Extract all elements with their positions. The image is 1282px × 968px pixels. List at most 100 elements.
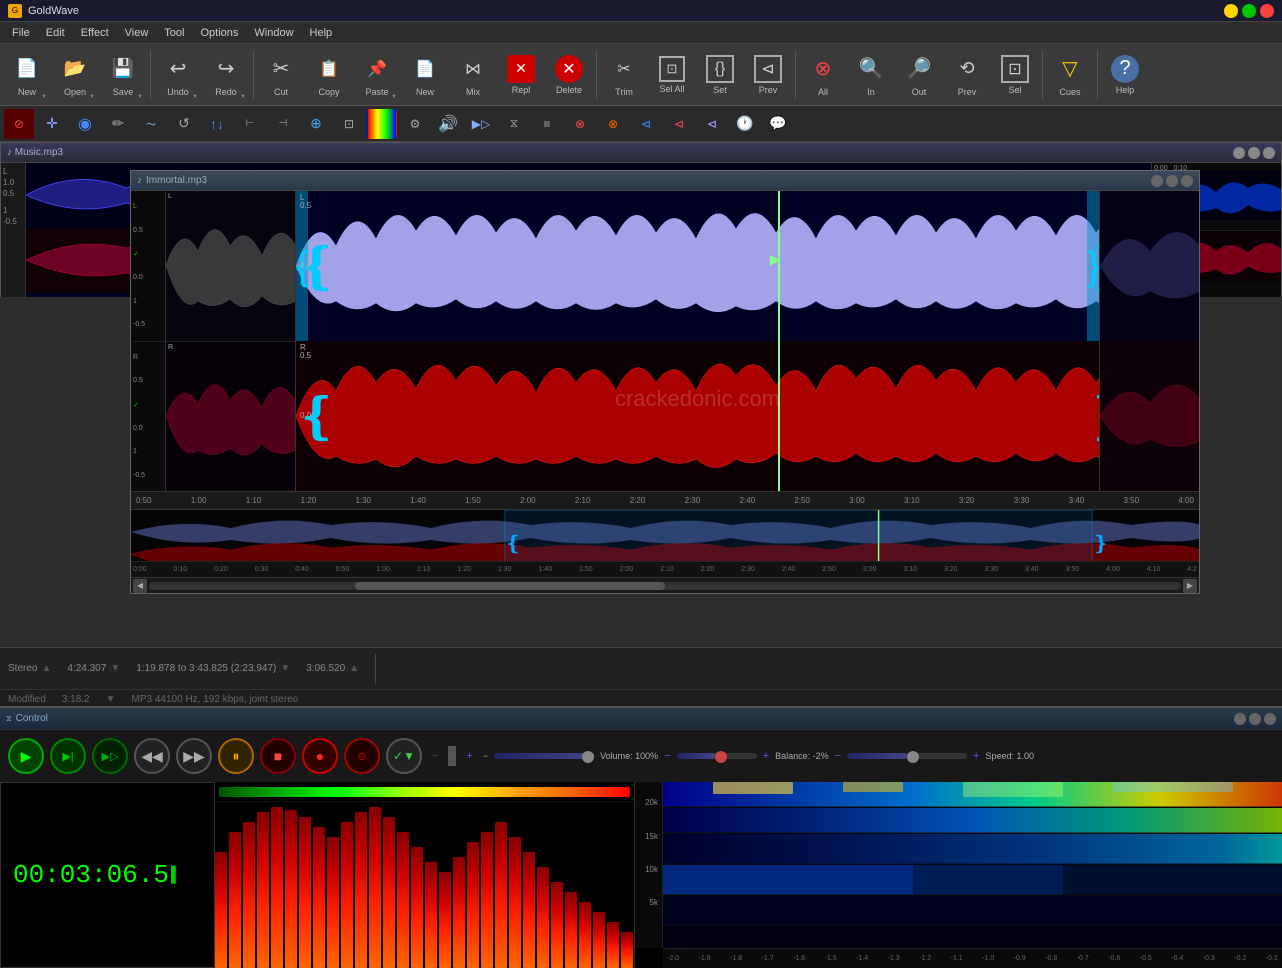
new2-button[interactable]: 📄 New [402,47,448,103]
move-btn[interactable]: ✛ [37,109,67,139]
repl-button[interactable]: ✕ Repl [498,47,544,103]
immortal-min[interactable] [1151,175,1163,187]
mark2-btn[interactable]: ⊲ [664,109,694,139]
menu-file[interactable]: File [4,25,38,41]
help-button[interactable]: ? Help [1102,47,1148,103]
wave-btn[interactable]: 〜 [136,109,166,139]
minimize-button[interactable] [1224,4,1238,18]
balance-slider[interactable] [677,749,757,763]
stop-btn2[interactable]: ⊘ [4,109,34,139]
rewind-button[interactable]: ◀◀ [134,738,170,774]
hscrollbar[interactable]: ◀ ▶ [131,577,1199,593]
sel-handle-right-r[interactable]: ❵ [1087,341,1099,491]
pencil-btn[interactable]: ✏ [103,109,133,139]
denoise-btn[interactable]: ⊗ [598,109,628,139]
maximize-button[interactable] [1242,4,1256,18]
save-button[interactable]: 💾 Save [100,47,146,103]
trim-button[interactable]: ✂ Trim [601,47,647,103]
set-icon: {} [706,55,734,83]
mark3-btn[interactable]: ⊲ [697,109,727,139]
immortal-max[interactable] [1166,175,1178,187]
new-button[interactable]: 📄 New [4,47,50,103]
control-titlebar: ⧖ Control [0,708,1282,730]
eq-btn[interactable]: ≡ [532,109,562,139]
mix-icon: ⋈ [457,53,489,85]
globe-btn[interactable]: ◉ [70,109,100,139]
immortal-close[interactable] [1181,175,1193,187]
ctrl-min[interactable] [1234,713,1246,725]
cues-icon: ▽ [1054,53,1086,85]
record-button[interactable]: ● [302,738,338,774]
ctrl-close[interactable] [1264,713,1276,725]
undo-button[interactable]: ↩ Undo [155,47,201,103]
sel-button[interactable]: ⊡ Sel [992,47,1038,103]
open-button[interactable]: 📂 Open [52,47,98,103]
vol-btn[interactable]: 🔊 [433,109,463,139]
svg-text:❴: ❴ [505,533,522,555]
scroll-left[interactable]: ◀ [133,579,147,593]
set-button[interactable]: {} Set [697,47,743,103]
pause-button[interactable]: ⏸ [218,738,254,774]
sel-all-button[interactable]: ⊡ Sel All [649,47,695,103]
scroll-right[interactable]: ▶ [1183,579,1197,593]
cues-button[interactable]: ▽ Cues [1047,47,1093,103]
music-close[interactable] [1263,147,1275,159]
mix-button[interactable]: ⋈ Mix [450,47,496,103]
ctrl-max[interactable] [1249,713,1261,725]
record-sel-button[interactable]: ⊙ [344,738,380,774]
delete-button[interactable]: ✕ Delete [546,47,592,103]
menu-help[interactable]: Help [302,25,341,41]
noise-btn[interactable]: ⊗ [565,109,595,139]
menu-window[interactable]: Window [246,25,301,41]
stop-button[interactable]: ■ [260,738,296,774]
speed-slider[interactable] [847,749,967,763]
speed-btn[interactable]: ▶▷ [466,109,496,139]
pan-btn[interactable]: ⊡ [334,109,364,139]
zoom-out-button[interactable]: 🔎 Out [896,47,942,103]
color-btn[interactable] [367,109,397,139]
amp-btn[interactable]: ↑↓ [202,109,232,139]
immortal-titlebar[interactable]: ♪ Immortal.mp3 [131,171,1199,191]
menu-view[interactable]: View [117,25,157,41]
sel-handle-right[interactable]: ❵ [1087,191,1099,341]
menu-tool[interactable]: Tool [156,25,192,41]
window-controls [1224,4,1274,18]
sep4 [795,50,796,100]
menu-effect[interactable]: Effect [73,25,117,41]
cut-button[interactable]: ✂ Cut [258,47,304,103]
play-sel-button[interactable]: ▶| [50,738,86,774]
loop-btn[interactable]: ↺ [169,109,199,139]
filter-btn[interactable]: ⧖ [499,109,529,139]
vol-plus: + [466,750,472,762]
music-max[interactable] [1248,147,1260,159]
all-button[interactable]: ⊗ All [800,47,846,103]
volume-slider[interactable] [494,749,594,763]
all-icon: ⊗ [807,53,839,85]
check-button[interactable]: ✓▼ [386,738,422,774]
drag-btn[interactable]: ⊕ [301,109,331,139]
spec-btn[interactable]: ⚙ [400,109,430,139]
menu-edit[interactable]: Edit [38,25,73,41]
marker-btn[interactable]: ⊲ [631,109,661,139]
chat-btn[interactable]: 💬 [763,109,793,139]
music-titlebar[interactable]: ♪ Music.mp3 [1,143,1281,163]
play-next-button[interactable]: ▶▷ [92,738,128,774]
scroll-thumb[interactable] [355,582,665,590]
zoom-in-button[interactable]: 🔍 In [848,47,894,103]
scroll-track[interactable] [149,582,1181,590]
music-min[interactable] [1233,147,1245,159]
play-button[interactable]: ▶ [8,738,44,774]
clock-btn[interactable]: 🕐 [730,109,760,139]
menu-options[interactable]: Options [192,25,246,41]
prev-button[interactable]: ⊲ Prev [745,47,791,103]
close-button[interactable] [1260,4,1274,18]
ffwd-button[interactable]: ▶▶ [176,738,212,774]
copy-button[interactable]: 📋 Copy [306,47,352,103]
redo-button[interactable]: ↪ Redo [203,47,249,103]
sel-left-btn[interactable]: ⊢ [235,109,265,139]
prev2-button[interactable]: ⟲ Prev [944,47,990,103]
sel-right-btn[interactable]: ⊣ [268,109,298,139]
sep3 [596,50,597,100]
vol-track [448,746,456,766]
paste-button[interactable]: 📌 Paste [354,47,400,103]
